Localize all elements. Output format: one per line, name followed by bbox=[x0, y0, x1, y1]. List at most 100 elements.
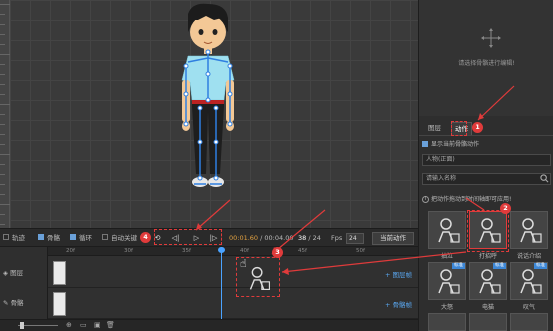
ruler-tick bbox=[0, 124, 5, 125]
ruler-tick bbox=[0, 214, 5, 215]
ruler-tick bbox=[0, 34, 5, 35]
layer-track-header[interactable]: ◈ 图层 bbox=[3, 267, 23, 277]
info-icon: i bbox=[422, 196, 429, 203]
bones-toggle[interactable]: 骨骼 bbox=[38, 229, 60, 248]
action-tile-cat[interactable]: 标准 bbox=[469, 262, 507, 300]
track-toggle[interactable]: 轨迹 bbox=[3, 229, 25, 248]
fps-label: Fps bbox=[331, 234, 343, 242]
copy-icon[interactable]: ▣ bbox=[94, 321, 101, 329]
annotation-box-greet-tile bbox=[467, 210, 509, 252]
character-view-select[interactable]: 人物(正面) bbox=[422, 154, 551, 166]
ruler-tick bbox=[0, 84, 5, 85]
annotation-box-playback bbox=[154, 229, 222, 245]
action-tile-sigh[interactable]: 标准 bbox=[510, 262, 548, 300]
action-label-cat: 电猫 bbox=[481, 304, 494, 311]
bone-track-label: 骨骼 bbox=[10, 299, 24, 307]
layer-track[interactable] bbox=[48, 257, 418, 288]
ruler-label: 35f bbox=[182, 248, 191, 254]
time-total: 00:04.00 bbox=[264, 234, 294, 242]
ruler-tick bbox=[0, 64, 5, 65]
track-checkbox[interactable] bbox=[3, 234, 9, 240]
annotation-marker-2: 2 bbox=[500, 203, 511, 214]
track-label: 轨迹 bbox=[12, 234, 25, 242]
show-bones-checkbox[interactable] bbox=[422, 140, 428, 147]
ruler-tick bbox=[0, 134, 5, 135]
ruler-tick bbox=[0, 224, 5, 225]
fps-select[interactable]: 24 bbox=[346, 233, 364, 244]
bones-checkbox[interactable] bbox=[38, 234, 44, 240]
ruler-tick bbox=[0, 114, 5, 115]
stage-canvas[interactable] bbox=[0, 0, 418, 228]
add-layer-frame-button[interactable]: + 图层帧 bbox=[385, 269, 412, 279]
ruler-tick bbox=[0, 174, 5, 175]
ruler-tick bbox=[0, 14, 5, 15]
search-icon[interactable] bbox=[540, 174, 549, 183]
timeline-zoom-bar: ⊕ ▭ ▣ 🗑 bbox=[0, 319, 418, 331]
person-action-icon bbox=[438, 218, 460, 243]
trash-icon[interactable]: 🗑 bbox=[106, 321, 115, 329]
drag-info-text: 把动作拖动到时间轴即可应用! bbox=[431, 196, 512, 203]
action-label-talk: 说话介绍 bbox=[516, 253, 541, 260]
action-label-greet: 打招呼 bbox=[478, 253, 497, 260]
ruler-tick bbox=[0, 74, 5, 75]
character-rig[interactable] bbox=[170, 2, 246, 198]
annotation-box-drop-target bbox=[236, 257, 280, 297]
show-bones-label: 显示当前骨骼动作 bbox=[431, 141, 480, 148]
layer-keyframe-thumbnail[interactable] bbox=[53, 261, 66, 285]
loop-label: 循环 bbox=[79, 234, 92, 242]
bone-track[interactable] bbox=[48, 288, 418, 319]
annotation-marker-1: 1 bbox=[472, 122, 483, 133]
zoom-slider-handle[interactable] bbox=[20, 322, 24, 329]
add-bone-frame-button[interactable]: + 骨骼帧 bbox=[385, 299, 412, 309]
time-current: 00:01.60 bbox=[229, 234, 259, 242]
playhead-line[interactable] bbox=[221, 247, 222, 319]
auto-key-label: 自动关键 bbox=[111, 234, 137, 242]
action-tile-rage[interactable]: 标准 bbox=[428, 262, 466, 300]
zoom-in-icon[interactable]: ⊕ bbox=[66, 321, 72, 329]
frame-readout: 38 / 24 bbox=[298, 229, 321, 248]
ruler-label: 45f bbox=[298, 248, 307, 254]
action-label-cry: 抽泣 bbox=[440, 253, 453, 260]
ruler-label: 30f bbox=[124, 248, 133, 254]
bone-track-header[interactable]: ✎ 骨骼 bbox=[3, 297, 24, 307]
action-search-input[interactable]: 请输入名称 bbox=[422, 173, 551, 185]
action-tile-more[interactable] bbox=[510, 313, 548, 331]
action-tile-more[interactable] bbox=[428, 313, 466, 331]
bone-edit-hint-panel: 请选择骨骼进行编辑! bbox=[419, 0, 553, 116]
layers-icon: ◈ bbox=[3, 269, 8, 277]
zoom-slider[interactable] bbox=[18, 325, 58, 326]
ruler-tick bbox=[0, 144, 5, 145]
standard-badge: 标准 bbox=[493, 263, 506, 269]
tab-layers[interactable]: 图层 bbox=[425, 122, 444, 135]
auto-key-checkbox[interactable] bbox=[102, 234, 108, 240]
ruler-tick bbox=[0, 44, 5, 45]
ruler-tick bbox=[0, 194, 5, 195]
loop-toggle[interactable]: 循环 bbox=[70, 229, 92, 248]
action-tile-cry[interactable] bbox=[428, 211, 466, 249]
action-tile-talk[interactable] bbox=[510, 211, 548, 249]
timeline-area[interactable]: 20f 30f 35f 40f 45f 50f + 图层帧 + 骨骼帧 ☝ bbox=[48, 247, 418, 319]
ruler-tick bbox=[0, 24, 5, 25]
search-placeholder: 请输入名称 bbox=[426, 175, 457, 182]
annotation-box-actions-tab bbox=[451, 121, 467, 136]
bone-keyframe-thumbnail[interactable] bbox=[53, 292, 66, 316]
current-action-button[interactable]: 当前动作 bbox=[372, 232, 414, 245]
ruler-tick bbox=[0, 164, 5, 165]
action-label-sigh: 叹气 bbox=[522, 304, 535, 311]
timeline-ruler[interactable]: 20f 30f 35f 40f 45f 50f bbox=[48, 247, 418, 256]
layer-track-label: 图层 bbox=[10, 269, 24, 277]
ruler-tick bbox=[0, 54, 10, 55]
person-action-icon bbox=[520, 218, 542, 243]
timeline-track-headers: ◈ 图层 ✎ 骨骼 bbox=[0, 247, 48, 319]
loop-checkbox[interactable] bbox=[70, 234, 76, 240]
show-current-bones-option[interactable]: 显示当前骨骼动作 bbox=[422, 139, 552, 151]
standard-badge: 标准 bbox=[452, 263, 465, 269]
auto-key-toggle[interactable]: 自动关键 bbox=[102, 229, 137, 248]
playhead-handle[interactable] bbox=[218, 247, 225, 253]
standard-badge: 标准 bbox=[534, 263, 547, 269]
ruler-label: 40f bbox=[240, 248, 249, 254]
action-label-rage: 大怒 bbox=[440, 304, 453, 311]
action-tile-more[interactable] bbox=[469, 313, 507, 331]
folder-icon[interactable]: ▭ bbox=[80, 321, 87, 329]
ruler-label: 50f bbox=[356, 248, 365, 254]
